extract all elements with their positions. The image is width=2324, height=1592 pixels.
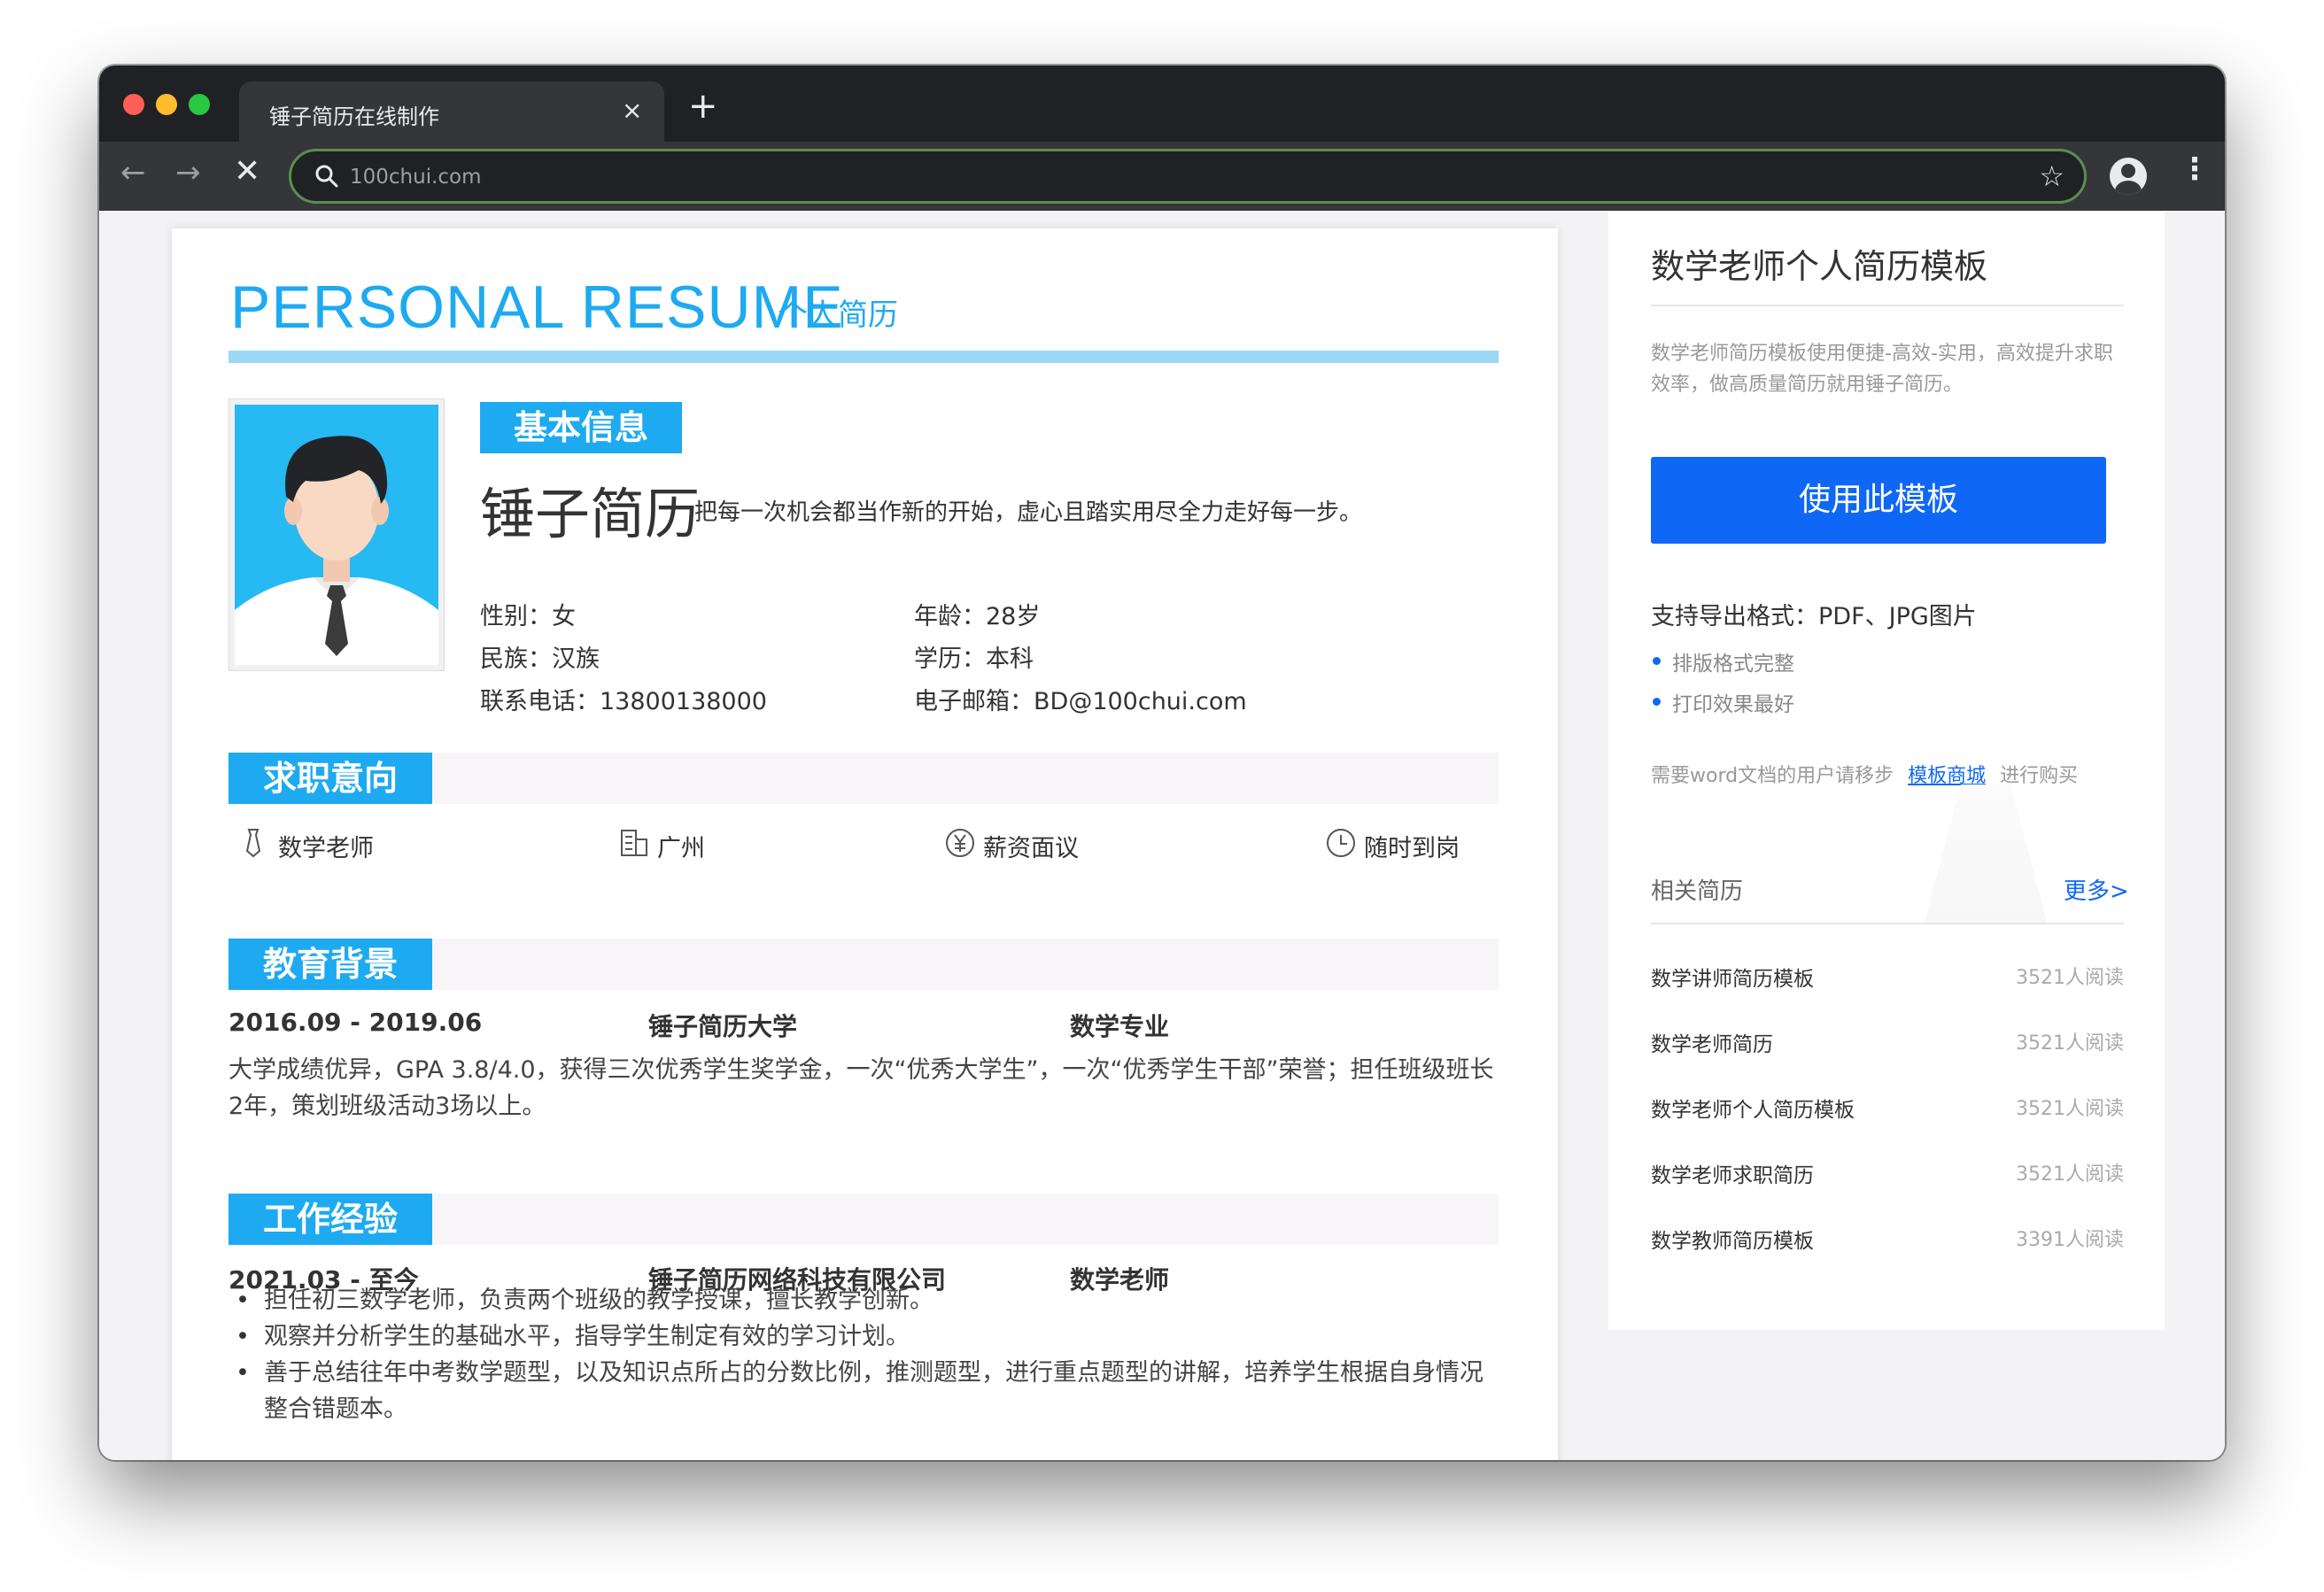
related-item[interactable]: 数学老师个人简历模板 3521人阅读 bbox=[1651, 1093, 2124, 1128]
related-item[interactable]: 数学教师简历模板 3391人阅读 bbox=[1651, 1224, 2124, 1259]
info-gender: 性别：女 bbox=[480, 603, 576, 630]
related-item-name: 数学老师简历 bbox=[1651, 1033, 1773, 1056]
related-item[interactable]: 数学讲师简历模板 3521人阅读 bbox=[1651, 962, 2124, 997]
section-tag-basic: 基本信息 bbox=[480, 402, 682, 453]
edu-period: 2016.09 - 2019.06 bbox=[229, 1008, 483, 1037]
intent-availability: 随时到岗 bbox=[1364, 835, 1460, 862]
template-sidebar: 数学老师个人简历模板 数学老师简历模板使用便捷-高效-实用，高效提升求职效率，做… bbox=[1608, 211, 2165, 1330]
info-education: 学历：本科 bbox=[914, 645, 1034, 673]
arrow-right-icon[interactable]: → bbox=[175, 158, 201, 188]
intent-salary: 薪资面议 bbox=[983, 835, 1079, 862]
new-tab-button[interactable]: + bbox=[688, 89, 718, 124]
sidebar-title: 数学老师个人简历模板 bbox=[1651, 247, 1988, 286]
intent-city: 广州 bbox=[657, 835, 705, 862]
resume-motto: 把每一次机会都当作新的开始，虚心且踏实用尽全力走好每一步。 bbox=[694, 499, 1363, 526]
menu-icon[interactable]: ⋮ bbox=[2180, 154, 2210, 184]
arrow-left-icon[interactable]: ← bbox=[120, 158, 146, 188]
template-store-link[interactable]: 模板商城 bbox=[1908, 765, 1986, 787]
work-bullet-item: 担任初三数学老师，负责两个班级的教学授课，擅长教学创新。 bbox=[229, 1282, 1504, 1318]
tab-active[interactable]: 锤子简历在线制作 × bbox=[239, 81, 664, 142]
related-item-name: 数学老师个人简历模板 bbox=[1651, 1099, 1855, 1122]
yen-icon bbox=[946, 829, 974, 857]
resume-preview: PERSONAL RESUME 个人简历 基本信息 锤子简历 把每一次机会都当作… bbox=[172, 228, 1558, 1460]
address-bar[interactable]: 100chui.com ☆ bbox=[289, 149, 2087, 204]
clock-icon bbox=[1327, 829, 1355, 857]
title-underline bbox=[229, 351, 1499, 363]
building-icon bbox=[621, 830, 647, 856]
related-item-count: 3521人阅读 bbox=[2016, 1032, 2124, 1055]
edu-school: 锤子简历大学 bbox=[648, 1012, 798, 1041]
related-item-count: 3391人阅读 bbox=[2016, 1229, 2124, 1251]
resume-title-en: PERSONAL RESUME bbox=[230, 274, 844, 341]
tab-strip: 锤子简历在线制作 × + bbox=[99, 66, 2225, 142]
word-notice-suffix: 进行购买 bbox=[2000, 765, 2079, 787]
section-tag-intent: 求职意向 bbox=[229, 753, 432, 804]
edu-description: 大学成绩优异，GPA 3.8/4.0，获得三次优秀学生奖学金，一次“优秀大学生”… bbox=[229, 1056, 1494, 1120]
related-item-count: 3521人阅读 bbox=[2016, 967, 2124, 989]
browser-window: 锤子简历在线制作 × + ← → ✕ 100chui.com ☆ ⋮ PERSO… bbox=[99, 66, 2225, 1460]
related-item-count: 3521人阅读 bbox=[2016, 1098, 2124, 1120]
work-bullet-item: 观察并分析学生的基础水平，指导学生制定有效的学习计划。 bbox=[229, 1318, 1504, 1355]
work-bullet-item: 善于总结往年中考数学题型，以及知识点所占的分数比例，推测题型，进行重点题型的讲解… bbox=[229, 1355, 1504, 1427]
feature-item: 打印效果最好 bbox=[1651, 687, 1794, 717]
related-item-name: 数学讲师简历模板 bbox=[1651, 968, 1814, 991]
resume-title-cn: 个人简历 bbox=[778, 298, 898, 333]
related-item-name: 数学老师求职简历 bbox=[1651, 1164, 1814, 1187]
edu-major: 数学专业 bbox=[1070, 1012, 1170, 1041]
minimize-window-button[interactable] bbox=[156, 94, 177, 115]
avatar-illustration bbox=[235, 405, 438, 665]
decorative-shape bbox=[1924, 784, 2048, 924]
section-tag-education: 教育背景 bbox=[229, 939, 432, 990]
tab-close-icon[interactable]: × bbox=[622, 96, 642, 125]
section-row-work: 工作经验 bbox=[229, 1194, 1499, 1245]
export-formats: 支持导出格式：PDF、JPG图片 bbox=[1651, 603, 1977, 630]
work-bullets: 担任初三数学老师，负责两个班级的教学授课，擅长教学创新。 观察并分析学生的基础水… bbox=[229, 1282, 1504, 1427]
section-tag-work: 工作经验 bbox=[229, 1194, 432, 1245]
maximize-window-button[interactable] bbox=[189, 94, 210, 115]
resume-name: 锤子简历 bbox=[480, 482, 701, 546]
more-link[interactable]: 更多> bbox=[2064, 873, 2129, 906]
profile-icon[interactable] bbox=[2110, 158, 2147, 195]
avatar bbox=[229, 398, 445, 671]
use-template-button[interactable]: 使用此模板 bbox=[1651, 457, 2106, 544]
feature-item: 排版格式完整 bbox=[1651, 646, 1794, 676]
info-phone: 联系电话：13800138000 bbox=[480, 688, 767, 715]
tie-icon bbox=[245, 829, 261, 858]
info-age: 年龄：28岁 bbox=[914, 603, 1041, 630]
related-item[interactable]: 数学老师简历 3521人阅读 bbox=[1651, 1027, 2124, 1063]
search-icon bbox=[315, 165, 338, 188]
related-divider bbox=[1651, 923, 2124, 924]
section-row-intent: 求职意向 bbox=[229, 753, 1499, 804]
related-label: 相关简历 bbox=[1651, 878, 1744, 905]
sidebar-description: 数学老师简历模板使用便捷-高效-实用，高效提升求职效率，做高质量简历就用锤子简历… bbox=[1651, 343, 2113, 396]
word-notice-prefix: 需要word文档的用户请移步 bbox=[1651, 765, 1894, 787]
related-item[interactable]: 数学老师求职简历 3521人阅读 bbox=[1651, 1158, 2124, 1194]
section-row-education: 教育背景 bbox=[229, 939, 1499, 990]
page-viewport: PERSONAL RESUME 个人简历 基本信息 锤子简历 把每一次机会都当作… bbox=[99, 211, 2225, 1460]
word-notice: 需要word文档的用户请移步 模板商城 进行购买 bbox=[1651, 760, 2078, 788]
sidebar-divider bbox=[1651, 305, 2124, 306]
tab-title: 锤子简历在线制作 bbox=[269, 104, 439, 129]
intent-position: 数学老师 bbox=[278, 835, 374, 862]
related-item-name: 数学教师简历模板 bbox=[1651, 1230, 1814, 1253]
info-email: 电子邮箱：BD@100chui.com bbox=[914, 688, 1247, 715]
star-icon[interactable]: ☆ bbox=[2039, 162, 2064, 190]
related-item-count: 3521人阅读 bbox=[2016, 1163, 2124, 1186]
info-ethnicity: 民族：汉族 bbox=[480, 645, 600, 673]
browser-toolbar: ← → ✕ 100chui.com ☆ ⋮ bbox=[99, 142, 2225, 211]
close-window-button[interactable] bbox=[123, 94, 144, 115]
url-text: 100chui.com bbox=[350, 166, 482, 189]
close-icon[interactable]: ✕ bbox=[234, 156, 260, 188]
